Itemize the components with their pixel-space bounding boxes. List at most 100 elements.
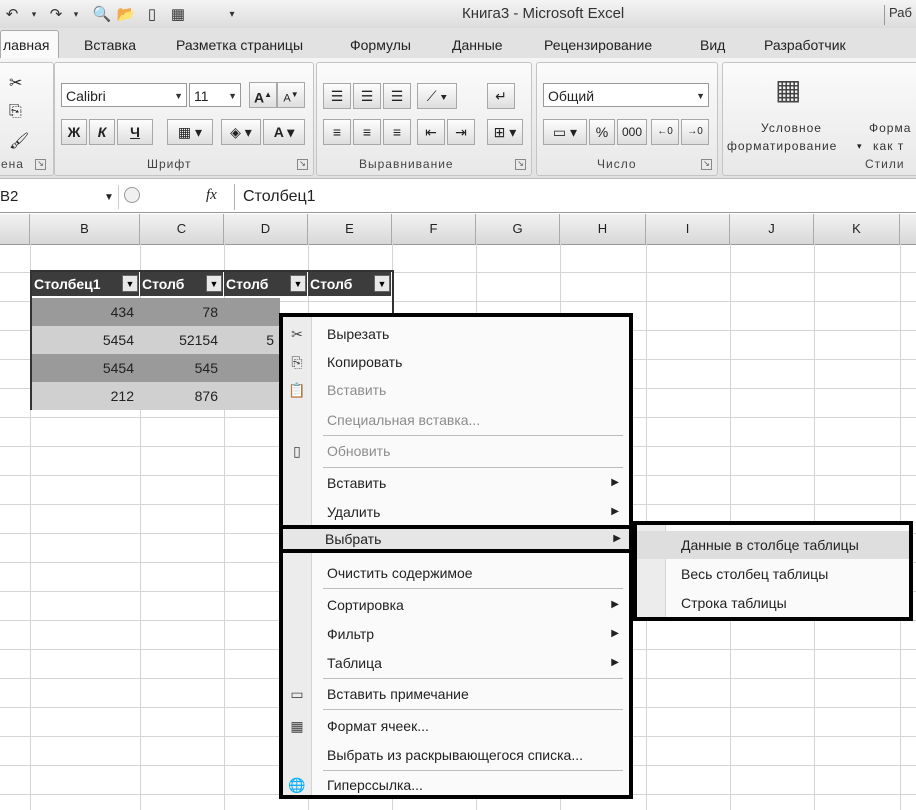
table-cell[interactable]: 52154 bbox=[140, 326, 224, 354]
insert-function-icon[interactable]: fx bbox=[206, 187, 217, 204]
table-cell[interactable] bbox=[224, 382, 280, 410]
tab-data[interactable]: Данные bbox=[452, 37, 503, 53]
bold-button[interactable]: Ж bbox=[61, 119, 87, 145]
submenu-item-entire-column[interactable]: Весь столбец таблицы bbox=[637, 560, 909, 588]
column-header-e[interactable]: E bbox=[308, 214, 392, 244]
table-cell[interactable]: 5454 bbox=[32, 354, 140, 382]
font-color-button[interactable]: A ▾ bbox=[263, 119, 305, 145]
table-header-cell[interactable]: Столбец1 ▼ bbox=[32, 272, 140, 296]
open-icon[interactable]: 📂 bbox=[116, 4, 136, 24]
wrap-text-button[interactable]: ↵ bbox=[487, 83, 515, 109]
clipboard-launcher-icon[interactable]: ↘ bbox=[35, 159, 46, 170]
italic-button[interactable]: К bbox=[89, 119, 115, 145]
font-launcher-icon[interactable]: ↘ bbox=[297, 159, 308, 170]
menu-item-select[interactable]: Выбрать ▶ bbox=[279, 525, 633, 553]
menu-item-refresh[interactable]: ▯ Обновить bbox=[283, 437, 629, 465]
table-cell[interactable]: 212 bbox=[32, 382, 140, 410]
merge-cells-button[interactable]: ⊞ ▾ bbox=[487, 119, 523, 145]
sheet-icon[interactable]: ▦ bbox=[168, 4, 188, 24]
decrease-decimal-button[interactable]: →0 bbox=[681, 119, 709, 145]
tab-view[interactable]: Вид bbox=[700, 37, 725, 53]
table-header-cell[interactable]: Столб ▼ bbox=[308, 272, 392, 296]
align-top-button[interactable]: ☰ bbox=[323, 83, 351, 109]
font-size-select[interactable]: 11 ▼ bbox=[189, 83, 241, 107]
chevron-down-icon[interactable]: ▼ bbox=[104, 192, 114, 203]
column-header-d[interactable]: D bbox=[224, 214, 308, 244]
thousands-button[interactable]: 000 bbox=[617, 119, 647, 145]
undo-dropdown-icon[interactable]: ▾ bbox=[24, 4, 44, 24]
tab-insert[interactable]: Вставка bbox=[84, 37, 136, 53]
menu-item-clear-contents[interactable]: Очистить содержимое bbox=[283, 559, 629, 587]
formula-bar-handle-icon[interactable] bbox=[124, 187, 140, 203]
copy-icon[interactable]: ⎘ bbox=[9, 103, 22, 121]
column-header-j[interactable]: J bbox=[730, 214, 814, 244]
orientation-button[interactable]: ⟋ ▾ bbox=[417, 83, 457, 109]
alignment-launcher-icon[interactable]: ↘ bbox=[515, 159, 526, 170]
number-format-select[interactable]: Общий ▼ bbox=[543, 83, 709, 107]
new-icon[interactable]: ▯ bbox=[142, 4, 162, 24]
underline-button[interactable]: Ч bbox=[117, 119, 153, 145]
table-cell[interactable]: 5454 bbox=[32, 326, 140, 354]
menu-item-hyperlink[interactable]: 🌐 Гиперссылка... bbox=[283, 771, 629, 799]
column-header-c[interactable]: C bbox=[140, 214, 224, 244]
column-header-i[interactable]: I bbox=[646, 214, 730, 244]
menu-item-paste-special[interactable]: Специальная вставка... bbox=[283, 406, 629, 434]
menu-item-copy[interactable]: ⎘ Копировать bbox=[283, 348, 629, 376]
increase-indent-button[interactable]: ⇥ bbox=[447, 119, 475, 145]
font-name-select[interactable]: Calibri ▼ bbox=[61, 83, 187, 107]
table-cell[interactable]: 434 bbox=[32, 298, 140, 326]
column-header-f[interactable]: F bbox=[392, 214, 476, 244]
format-as-table-label2[interactable]: как т bbox=[873, 139, 904, 153]
menu-item-paste[interactable]: 📋 Вставить bbox=[283, 376, 629, 404]
percent-button[interactable]: % bbox=[589, 119, 615, 145]
table-cell[interactable]: 78 bbox=[140, 298, 224, 326]
tab-formulas[interactable]: Формулы bbox=[350, 37, 411, 53]
preview-icon[interactable]: 🔍 bbox=[92, 4, 112, 24]
column-header-g[interactable]: G bbox=[476, 214, 560, 244]
undo-icon[interactable]: ↶ bbox=[2, 4, 22, 24]
increase-decimal-button[interactable]: ←0 bbox=[651, 119, 679, 145]
fill-color-button[interactable]: ◈ ▾ bbox=[221, 119, 261, 145]
conditional-formatting-label1[interactable]: Условное bbox=[761, 121, 822, 135]
menu-item-pick-from-list[interactable]: Выбрать из раскрывающегося списка... bbox=[283, 741, 629, 769]
menu-item-format-cells[interactable]: ▦ Формат ячеек... bbox=[283, 712, 629, 740]
shrink-font-button[interactable]: A▼ bbox=[277, 82, 305, 108]
filter-dropdown-icon[interactable]: ▼ bbox=[206, 275, 222, 292]
formula-input[interactable]: Столбец1 bbox=[234, 184, 916, 210]
align-center-button[interactable]: ≡ bbox=[353, 119, 381, 145]
format-painter-icon[interactable]: 🖌 bbox=[9, 131, 29, 151]
align-left-button[interactable]: ≡ bbox=[323, 119, 351, 145]
customize-icon[interactable]: ▾ bbox=[222, 4, 242, 24]
align-bottom-button[interactable]: ☰ bbox=[383, 83, 411, 109]
borders-button[interactable]: ▦ ▾ bbox=[167, 119, 213, 145]
number-launcher-icon[interactable]: ↘ bbox=[701, 159, 712, 170]
table-cell[interactable]: 545 bbox=[140, 354, 224, 382]
redo-icon[interactable]: ↷ bbox=[46, 4, 66, 24]
name-box[interactable]: B2 bbox=[0, 185, 119, 209]
menu-item-sort[interactable]: Сортировка ▶ bbox=[283, 591, 629, 619]
table-cell[interactable]: 876 bbox=[140, 382, 224, 410]
menu-item-insert[interactable]: Вставить ▶ bbox=[283, 469, 629, 497]
filter-dropdown-icon[interactable]: ▼ bbox=[374, 275, 390, 292]
column-header-b[interactable]: B bbox=[30, 214, 140, 244]
table-cell[interactable] bbox=[224, 298, 280, 326]
format-as-table-label1[interactable]: Форма bbox=[869, 121, 911, 135]
menu-item-delete[interactable]: Удалить ▶ bbox=[283, 498, 629, 526]
table-cell[interactable] bbox=[224, 354, 280, 382]
redo-dropdown-icon[interactable]: ▾ bbox=[66, 4, 86, 24]
filter-dropdown-icon[interactable]: ▼ bbox=[122, 275, 138, 292]
menu-item-table[interactable]: Таблица ▶ bbox=[283, 649, 629, 677]
tab-developer[interactable]: Разработчик bbox=[764, 37, 846, 53]
align-middle-button[interactable]: ☰ bbox=[353, 83, 381, 109]
submenu-item-table-row[interactable]: Строка таблицы bbox=[637, 589, 909, 617]
currency-button[interactable]: ▭ ▾ bbox=[543, 119, 587, 145]
menu-item-insert-comment[interactable]: ▭ Вставить примечание bbox=[283, 680, 629, 708]
table-cell[interactable]: 5 bbox=[224, 326, 280, 354]
align-right-button[interactable]: ≡ bbox=[383, 119, 411, 145]
conditional-formatting-label2[interactable]: форматирование bbox=[727, 139, 837, 153]
grow-font-button[interactable]: A▲ bbox=[249, 82, 277, 108]
tab-page-layout[interactable]: Разметка страницы bbox=[176, 37, 303, 53]
tab-review[interactable]: Рецензирование bbox=[544, 37, 652, 53]
menu-item-cut[interactable]: ✂ Вырезать bbox=[283, 320, 629, 348]
decrease-indent-button[interactable]: ⇤ bbox=[417, 119, 445, 145]
